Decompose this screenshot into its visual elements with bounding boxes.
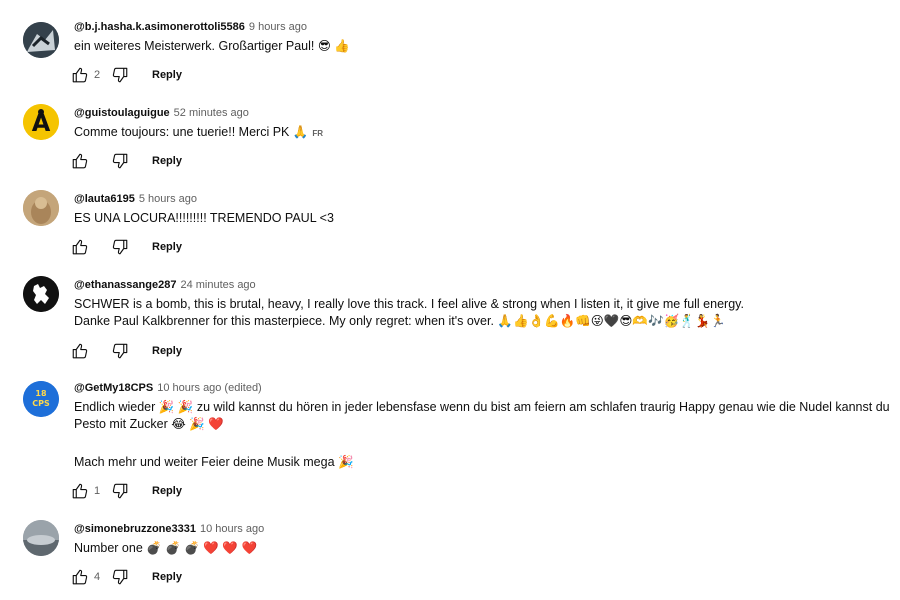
- comment-text-line: Danke Paul Kalkbrenner for this masterpi…: [74, 314, 726, 328]
- comment-actions: 4 Reply: [70, 567, 182, 587]
- reply-button[interactable]: Reply: [152, 69, 182, 81]
- comment-author[interactable]: @ethanassange287: [74, 279, 176, 291]
- comment-header: @ethanassange287 24 minutes ago: [74, 278, 256, 292]
- comment-time[interactable]: 9 hours ago: [249, 21, 307, 33]
- like-button[interactable]: [70, 237, 90, 257]
- like-button[interactable]: [70, 567, 90, 587]
- dislike-button[interactable]: [110, 481, 130, 501]
- thumbs-up-icon: [72, 67, 88, 83]
- thumbs-up-icon: [72, 569, 88, 585]
- avatar[interactable]: 18 CPS: [23, 381, 59, 417]
- like-count: 2: [94, 69, 101, 81]
- comment-time[interactable]: 5 hours ago: [139, 193, 197, 205]
- thumbs-up-icon: [72, 343, 88, 359]
- comment-text-line: Endlich wieder 🎉 🎉 zu wild kannst du hör…: [74, 400, 890, 414]
- comment-text-line: Pesto mit Zucker 😂 🎉 ❤️: [74, 417, 224, 431]
- comment-author[interactable]: @guistoulaguigue: [74, 107, 170, 119]
- thumbs-down-icon: [112, 239, 128, 255]
- svg-text:CPS: CPS: [32, 399, 50, 408]
- comment-text-line: Number one 💣 💣 💣 ❤️ ❤️ ❤️: [74, 541, 258, 555]
- edited-label: (edited): [224, 382, 262, 394]
- comment-header: @simonebruzzone3331 10 hours ago: [74, 522, 264, 536]
- thumbs-up-icon: [72, 483, 88, 499]
- comment-actions: Reply: [70, 341, 182, 361]
- reply-button[interactable]: Reply: [152, 241, 182, 253]
- dislike-button[interactable]: [110, 151, 130, 171]
- avatar[interactable]: [23, 190, 59, 226]
- reply-button[interactable]: Reply: [152, 155, 182, 167]
- avatar[interactable]: [23, 22, 59, 58]
- svg-text:18: 18: [35, 389, 47, 398]
- comment-text: ein weiteres Meisterwerk. Großartiger Pa…: [74, 38, 350, 55]
- like-count: 4: [94, 571, 101, 583]
- comment-time[interactable]: 24 minutes ago: [180, 279, 255, 291]
- avatar-image: [23, 190, 59, 226]
- comment-text: ES UNA LOCURA!!!!!!!!! TREMENDO PAUL <3: [74, 210, 334, 227]
- avatar[interactable]: [23, 276, 59, 312]
- comment-text: Number one 💣 💣 💣 ❤️ ❤️ ❤️: [74, 540, 257, 557]
- comment-author[interactable]: @simonebruzzone3331: [74, 523, 196, 535]
- comment-time[interactable]: 52 minutes ago: [174, 107, 249, 119]
- avatar-image: [23, 276, 59, 312]
- dislike-button[interactable]: [110, 237, 130, 257]
- comment-actions: 2 Reply: [70, 65, 182, 85]
- dislike-button[interactable]: [110, 341, 130, 361]
- avatar-image: 18 CPS: [23, 381, 59, 417]
- comment-header: @b.j.hasha.k.asimonerottoli5586 9 hours a…: [74, 20, 307, 34]
- dislike-button[interactable]: [110, 567, 130, 587]
- thumbs-down-icon: [112, 153, 128, 169]
- comment-author[interactable]: @lauta6195: [74, 193, 135, 205]
- comment-header: @guistoulaguigue 52 minutes ago: [74, 106, 249, 120]
- like-button[interactable]: [70, 481, 90, 501]
- like-count: 1: [94, 485, 101, 497]
- like-button[interactable]: [70, 151, 90, 171]
- like-button[interactable]: [70, 65, 90, 85]
- comment-text-line: ein weiteres Meisterwerk. Großartiger Pa…: [74, 39, 350, 53]
- thumbs-up-icon: [72, 153, 88, 169]
- comment-header: @GetMy18CPS 10 hours ago (edited): [74, 381, 262, 395]
- comment-text-line: Comme toujours: une tuerie!! Merci PK 🙏: [74, 125, 309, 139]
- reply-button[interactable]: Reply: [152, 345, 182, 357]
- avatar[interactable]: A: [23, 104, 59, 140]
- comment-text: Comme toujours: une tuerie!! Merci PK 🙏 F…: [74, 124, 323, 142]
- comment-text-line: [74, 433, 890, 450]
- dislike-button[interactable]: [110, 65, 130, 85]
- comment-time[interactable]: 10 hours ago: [157, 382, 221, 394]
- avatar-image: [23, 520, 59, 556]
- comment-text-line: Mach mehr und weiter Feier deine Musik m…: [74, 455, 354, 469]
- reply-button[interactable]: Reply: [152, 485, 182, 497]
- avatar-image: [23, 22, 59, 58]
- thumbs-down-icon: [112, 569, 128, 585]
- avatar[interactable]: [23, 520, 59, 556]
- comment-text: SCHWER is a bomb, this is brutal, heavy,…: [74, 296, 744, 330]
- comment-text: Endlich wieder 🎉 🎉 zu wild kannst du hör…: [74, 399, 890, 471]
- comment-header: @lauta6195 5 hours ago: [74, 192, 197, 206]
- language-badge: FR: [312, 129, 324, 138]
- comment-author[interactable]: @GetMy18CPS: [74, 382, 153, 394]
- comment-time[interactable]: 10 hours ago: [200, 523, 264, 535]
- comment-actions: Reply: [70, 151, 182, 171]
- like-button[interactable]: [70, 341, 90, 361]
- thumbs-down-icon: [112, 483, 128, 499]
- comment-author[interactable]: @b.j.hasha.k.asimonerottoli5586: [74, 21, 245, 33]
- avatar-image: A: [23, 104, 59, 140]
- thumbs-down-icon: [112, 343, 128, 359]
- comment-text-line: ES UNA LOCURA!!!!!!!!! TREMENDO PAUL <3: [74, 211, 334, 225]
- comment-actions: Reply: [70, 237, 182, 257]
- reply-button[interactable]: Reply: [152, 571, 182, 583]
- comment-text-line: SCHWER is a bomb, this is brutal, heavy,…: [74, 297, 744, 311]
- comment-actions: 1 Reply: [70, 481, 182, 501]
- thumbs-up-icon: [72, 239, 88, 255]
- thumbs-down-icon: [112, 67, 128, 83]
